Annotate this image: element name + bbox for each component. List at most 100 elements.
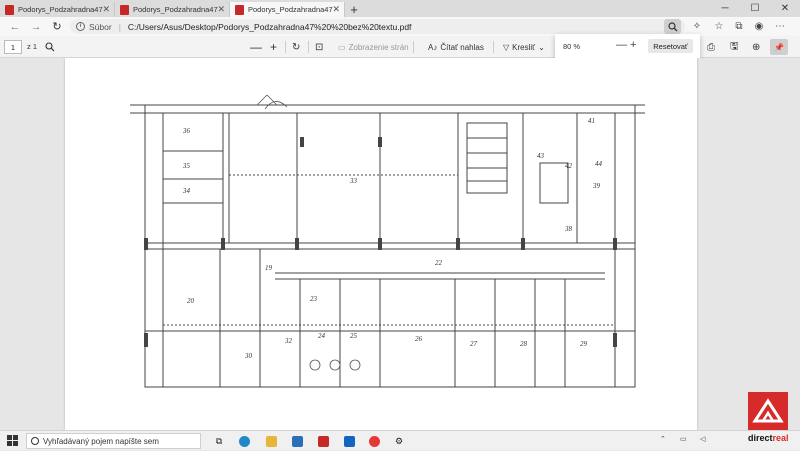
tray-chevron-icon[interactable]: ⌃: [660, 435, 666, 443]
browser-tab-1[interactable]: Podorys_Podzahradna47 bez tex ✕: [0, 2, 115, 17]
room-label: 44: [595, 160, 603, 168]
zoom-in-button[interactable]: +: [270, 40, 277, 54]
browser-tab-2[interactable]: Podorys_Podzahradna47 bez tex ✕: [115, 2, 230, 17]
settings-gear-icon[interactable]: ⚙: [390, 433, 408, 449]
room-label: 35: [182, 162, 191, 170]
tab-strip: Podorys_Podzahradna47 bez tex ✕ Podorys_…: [0, 0, 800, 17]
page-view-label: Zobrazenie strán: [348, 42, 409, 52]
pdf-file-icon: [5, 5, 14, 15]
print-icon[interactable]: ⎙: [707, 40, 715, 54]
room-label: 41: [588, 117, 595, 125]
volume-icon[interactable]: ◁: [700, 435, 705, 443]
pdf-viewer[interactable]: 36 35 34 33 20 19 22 23 24 25 26 27 28 2…: [0, 58, 800, 430]
taskbar-search-input[interactable]: Vyhľadávaný pojem napíšte sem: [26, 433, 201, 449]
room-label: 29: [580, 340, 588, 348]
room-label: 20: [187, 297, 195, 305]
pdf-file-icon: [235, 5, 244, 15]
room-label: 26: [415, 335, 423, 343]
zoom-reset-button[interactable]: Resetovať: [648, 39, 693, 53]
close-tab-icon[interactable]: ✕: [102, 4, 110, 15]
zoom-minus-button[interactable]: —: [616, 39, 627, 51]
room-label: 39: [592, 182, 601, 190]
favorite-star-icon[interactable]: ☆: [710, 17, 728, 36]
new-tab-button[interactable]: +: [345, 2, 363, 17]
close-tab-icon[interactable]: ✕: [217, 4, 225, 15]
minimize-button[interactable]: ─: [710, 0, 740, 17]
tab-label: Podorys_Podzahradna47 bez tex: [18, 5, 103, 14]
floor-plan-drawing: 36 35 34 33 20 19 22 23 24 25 26 27 28 2…: [130, 94, 645, 388]
draw-label: Kresliť: [512, 42, 536, 52]
address-input[interactable]: i Súbor | C:/Users/Asus/Desktop/Podorys_…: [70, 19, 685, 34]
url-text: C:/Users/Asus/Desktop/Podorys_Podzahradn…: [127, 21, 412, 32]
room-label: 23: [310, 295, 318, 303]
zoom-magnifier-icon[interactable]: [664, 19, 681, 34]
windows-start-icon[interactable]: [0, 431, 24, 451]
office-app-icon[interactable]: [314, 433, 332, 449]
room-label: 19: [265, 264, 273, 272]
room-label: 25: [350, 332, 358, 340]
separator: [493, 41, 494, 53]
page-number-input[interactable]: 1: [4, 40, 22, 54]
refresh-icon[interactable]: ↻: [47, 17, 67, 36]
windows-taskbar: Vyhľadávaný pojem napíšte sem ⧉ ⚙ ⌃ ▭ ◁: [0, 430, 800, 450]
browser-tab-3-active[interactable]: Podorys_Podzahradna47 bez tex ✕: [230, 2, 345, 17]
chrome-icon[interactable]: [365, 433, 383, 449]
separator: [413, 41, 414, 53]
tab-label: Podorys_Podzahradna47 bez tex: [248, 5, 333, 14]
pdf-page: 36 35 34 33 20 19 22 23 24 25 26 27 28 2…: [65, 58, 697, 430]
close-tab-icon[interactable]: ✕: [332, 4, 340, 15]
search-icon: [31, 437, 39, 445]
zoom-value: 80 %: [563, 42, 581, 51]
close-window-button[interactable]: ✕: [770, 0, 800, 17]
room-label: 30: [244, 352, 253, 360]
draw-button[interactable]: ▽ Kresliť ⌄: [503, 40, 545, 54]
save-as-icon[interactable]: ⊕: [752, 40, 760, 54]
room-label: 27: [470, 340, 478, 348]
mail-icon[interactable]: [288, 433, 306, 449]
save-icon[interactable]: 🖫: [730, 40, 739, 54]
room-label: 36: [182, 127, 191, 135]
profile-icon[interactable]: ◉: [750, 17, 768, 36]
brand-prefix: direct: [748, 433, 773, 443]
room-label: 24: [318, 332, 326, 340]
back-arrow-icon[interactable]: ←: [5, 17, 25, 36]
room-label: 38: [564, 225, 573, 233]
fit-page-icon[interactable]: ⊡: [315, 40, 323, 54]
room-label: 33: [349, 177, 358, 185]
chevron-down-icon[interactable]: ⌄: [538, 43, 545, 52]
read-aloud-label: Čítať nahlas: [440, 42, 484, 52]
zoom-plus-button[interactable]: +: [630, 39, 636, 51]
draw-pen-icon: ▽: [503, 42, 510, 52]
url-scheme: Súbor: [89, 21, 112, 32]
read-aloud-icon: A♪: [428, 42, 438, 52]
room-label: 34: [182, 187, 191, 195]
page-view-button[interactable]: ▭ Zobrazenie strán: [338, 40, 409, 54]
file-explorer-icon[interactable]: [262, 433, 280, 449]
room-label: 22: [435, 259, 443, 267]
brand-wordmark: directreal: [748, 433, 789, 443]
edge-browser-icon[interactable]: [235, 433, 253, 449]
room-label: 43: [537, 152, 545, 160]
separator: [308, 41, 309, 53]
brand-logo: [748, 392, 788, 432]
pdf-file-icon: [120, 5, 129, 15]
separator: [285, 41, 286, 53]
maximize-button[interactable]: ☐: [740, 0, 770, 17]
brand-suffix: real: [772, 433, 789, 443]
pin-toolbar-icon[interactable]: 📌: [770, 39, 788, 55]
search-icon[interactable]: [45, 40, 55, 54]
task-view-icon[interactable]: ⧉: [210, 433, 228, 449]
outlook-icon[interactable]: [340, 433, 358, 449]
info-icon[interactable]: i: [76, 22, 85, 31]
page-view-icon: ▭: [338, 42, 346, 52]
room-label: 32: [284, 337, 293, 345]
read-aloud-button[interactable]: A♪ Čítať nahlas: [428, 40, 484, 54]
page-total: z 1: [27, 42, 38, 51]
zoom-out-button[interactable]: —: [250, 40, 262, 54]
forward-arrow-icon[interactable]: →: [26, 17, 46, 36]
rotate-icon[interactable]: ↻: [292, 40, 300, 54]
network-icon[interactable]: ▭: [680, 435, 687, 443]
tab-label: Podorys_Podzahradna47 bez tex: [133, 5, 218, 14]
more-options-icon[interactable]: ⋯: [771, 17, 789, 36]
collections-icon[interactable]: ⧉: [730, 17, 748, 36]
